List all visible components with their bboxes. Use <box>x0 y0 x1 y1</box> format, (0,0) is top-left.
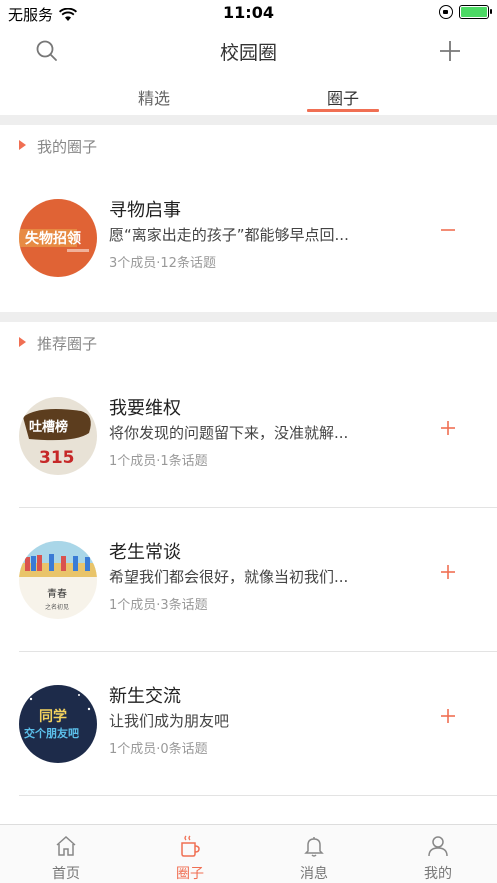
cup-icon <box>181 835 200 857</box>
page-title: 校园圈 <box>219 42 277 64</box>
battery-icon <box>459 5 492 19</box>
section-header-my-circles: 我的圈子 <box>0 126 497 166</box>
minus-icon[interactable] <box>439 221 457 239</box>
circle-desc: 将你发现的问题留下来，没准就解... <box>109 424 349 442</box>
user-icon <box>428 836 448 857</box>
avatar: 青春 之名初见 <box>19 541 97 619</box>
avatar-sub: 315 <box>39 448 75 468</box>
section-header-recommended: 推荐圈子 <box>0 323 497 363</box>
plus-icon[interactable] <box>439 707 457 725</box>
list-item[interactable]: 同学 交个朋友吧 新生交流 让我们成为朋友吧 1个成员·0条话题 <box>0 652 497 796</box>
circle-desc: 愿“离家出走的孩子”都能够早点回... <box>109 226 349 244</box>
triangle-icon <box>19 337 26 347</box>
tab-bar-label: 圈子 <box>176 866 204 882</box>
avatar-sub: 之名初见 <box>45 603 69 611</box>
tab-bar-label: 首页 <box>52 866 80 882</box>
add-icon[interactable] <box>437 38 463 64</box>
avatar-sub: 交个朋友吧 <box>24 726 79 740</box>
avatar-text: 吐槽榜 <box>29 419 68 435</box>
list-item[interactable]: 失物招领 寻物启事 愿“离家出走的孩子”都能够早点回... 3个成员·12条话题 <box>0 166 497 310</box>
clock: 11:04 <box>223 3 274 22</box>
plus-icon[interactable] <box>439 419 457 437</box>
list-item[interactable]: 青春 之名初见 老生常谈 希望我们都会很好，就像当初我们... 1个成员·3条话… <box>0 508 497 652</box>
circle-desc: 让我们成为朋友吧 <box>109 712 230 730</box>
tab-bar-me[interactable]: 我的 <box>376 825 497 883</box>
triangle-icon <box>19 140 26 150</box>
section-title: 我的圈子 <box>37 138 98 156</box>
circle-meta: 1个成员·3条话题 <box>109 598 208 613</box>
circle-name: 新生交流 <box>109 686 181 707</box>
avatar-text: 青春 <box>47 587 67 600</box>
section-gap <box>0 312 497 322</box>
avatar: 同学 交个朋友吧 <box>19 685 97 763</box>
tab-bar-messages[interactable]: 消息 <box>252 825 376 883</box>
avatar: 失物招领 <box>19 199 97 277</box>
tab-indicator <box>307 109 379 112</box>
circle-name: 我要维权 <box>109 398 181 419</box>
tab-bar-label: 我的 <box>424 866 452 882</box>
nav-bar: 校园圈 <box>0 26 497 76</box>
status-bar: 无服务 11:04 <box>0 0 497 26</box>
home-icon <box>56 835 76 856</box>
section-gap <box>0 115 497 125</box>
section-title: 推荐圈子 <box>37 335 98 353</box>
tab-featured[interactable]: 精选 <box>104 85 204 109</box>
tab-bar-circles[interactable]: 圈子 <box>128 825 252 883</box>
divider <box>19 795 497 796</box>
tab-bar-home[interactable]: 首页 <box>4 825 128 883</box>
circle-meta: 3个成员·12条话题 <box>109 256 216 271</box>
avatar-text: 同学 <box>39 708 67 725</box>
circle-name: 老生常谈 <box>109 542 181 563</box>
circle-meta: 1个成员·0条话题 <box>109 742 208 757</box>
plus-icon[interactable] <box>439 563 457 581</box>
list-item[interactable]: 吐槽榜 315 我要维权 将你发现的问题留下来，没准就解... 1个成员·1条话… <box>0 364 497 508</box>
circle-name: 寻物启事 <box>109 200 181 221</box>
circle-meta: 1个成员·1条话题 <box>109 454 208 469</box>
tab-circles[interactable]: 圈子 <box>293 85 393 109</box>
orientation-lock-icon <box>439 5 453 19</box>
avatar-text: 失物招领 <box>25 230 81 247</box>
bell-icon <box>304 837 324 857</box>
tab-bar-label: 消息 <box>300 866 328 882</box>
circle-desc: 希望我们都会很好，就像当初我们... <box>109 568 349 586</box>
segment-tabs: 精选 圈子 <box>0 80 497 114</box>
avatar: 吐槽榜 315 <box>19 397 97 475</box>
tab-bar: 首页 圈子 消息 我的 <box>0 824 497 883</box>
